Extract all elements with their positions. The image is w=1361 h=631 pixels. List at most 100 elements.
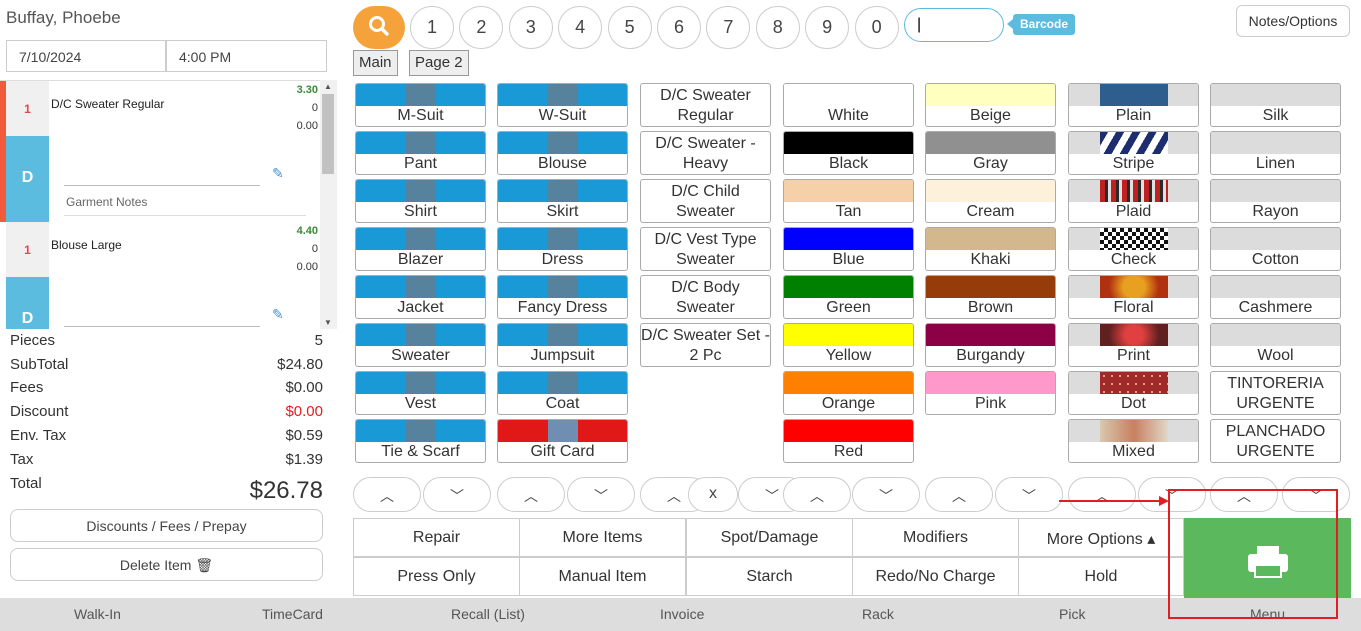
garment-row[interactable]: 1 D Blouse Large 4.40 0 0.00 ✎ — [0, 222, 320, 329]
item-jumpsuit[interactable]: Jumpsuit — [497, 323, 628, 367]
search-button[interactable] — [353, 6, 405, 49]
scroll-up-button[interactable]: ︿ — [925, 477, 993, 512]
color-tan[interactable]: Tan — [783, 179, 914, 223]
tab-main[interactable]: Main — [353, 50, 398, 76]
barcode-input[interactable] — [904, 8, 1004, 42]
color-cream[interactable]: Cream — [925, 179, 1056, 223]
scroll-down-icon[interactable]: ▼ — [324, 318, 332, 327]
pattern-dot[interactable]: Dot — [1068, 371, 1199, 415]
scroll-down-button[interactable]: ﹀ — [995, 477, 1063, 512]
item-tie-scarf[interactable]: Tie & Scarf — [355, 419, 486, 463]
time-field[interactable]: 4:00 PM — [166, 40, 327, 72]
scroll-down-button[interactable]: ﹀ — [567, 477, 635, 512]
numpad-9-button[interactable]: 9 — [805, 6, 850, 49]
pattern-mixed[interactable]: Mixed — [1068, 419, 1199, 463]
modifiers-button[interactable]: Modifiers — [852, 518, 1019, 557]
customer-name[interactable]: Buffay, Phoebe — [6, 8, 121, 28]
date-field[interactable]: 7/10/2024 — [6, 40, 166, 72]
dc-item-d-c-child-sweater[interactable]: D/C Child Sweater — [640, 179, 771, 223]
manual-item-button[interactable]: Manual Item — [519, 557, 686, 596]
nav-recall-list[interactable]: Recall (List) — [451, 606, 525, 622]
numpad-6-button[interactable]: 6 — [657, 6, 701, 49]
ticket-scrollbar[interactable]: ▲ ▼ — [320, 80, 337, 329]
numpad-4-button[interactable]: 4 — [558, 6, 603, 49]
item-shirt[interactable]: Shirt — [355, 179, 486, 223]
color-orange[interactable]: Orange — [783, 371, 914, 415]
more-options-button[interactable]: More Options ▴ — [1018, 518, 1184, 557]
pattern-check[interactable]: Check — [1068, 227, 1199, 271]
fabric-linen[interactable]: Linen — [1210, 131, 1341, 175]
repair-button[interactable]: Repair — [353, 518, 520, 557]
nav-timecard[interactable]: TimeCard — [262, 606, 323, 622]
color-gray[interactable]: Gray — [925, 131, 1056, 175]
item-vest[interactable]: Vest — [355, 371, 486, 415]
color-brown[interactable]: Brown — [925, 275, 1056, 319]
dc-item-d-c-vest-type-sweater[interactable]: D/C Vest Type Sweater — [640, 227, 771, 271]
dc-item-d-c-body-sweater[interactable]: D/C Body Sweater — [640, 275, 771, 319]
color-black[interactable]: Black — [783, 131, 914, 175]
item-w-suit[interactable]: W-Suit — [497, 83, 628, 127]
scroll-up-button[interactable]: ︿ — [497, 477, 565, 512]
fabric-rayon[interactable]: Rayon — [1210, 179, 1341, 223]
spot-damage-button[interactable]: Spot/Damage — [686, 518, 853, 557]
fabric-cotton[interactable]: Cotton — [1210, 227, 1341, 271]
edit-icon[interactable]: ✎ — [272, 165, 284, 182]
garment-row[interactable]: 1 D D/C Sweater Regular 3.30 0 0.00 ✎ Ga… — [0, 81, 320, 222]
fabric-planchado-urgente[interactable]: PLANCHADO URGENTE — [1210, 419, 1341, 463]
item-blazer[interactable]: Blazer — [355, 227, 486, 271]
scroll-down-button[interactable]: ﹀ — [423, 477, 491, 512]
color-green[interactable]: Green — [783, 275, 914, 319]
numpad-0-button[interactable]: 0 — [854, 6, 899, 49]
hold-button[interactable]: Hold — [1018, 557, 1184, 596]
numpad-2-button[interactable]: 2 — [459, 6, 504, 49]
color-beige[interactable]: Beige — [925, 83, 1056, 127]
scroll-down-button[interactable]: ﹀ — [852, 477, 920, 512]
scroll-up-button[interactable]: ︿ — [353, 477, 421, 512]
pattern-plain[interactable]: Plain — [1068, 83, 1199, 127]
nav-walk-in[interactable]: Walk-In — [74, 606, 121, 622]
item-gift-card[interactable]: Gift Card — [497, 419, 628, 463]
nav-rack[interactable]: Rack — [862, 606, 894, 622]
pattern-plaid[interactable]: Plaid — [1068, 179, 1199, 223]
more-items-button[interactable]: More Items — [519, 518, 686, 557]
item-sweater[interactable]: Sweater — [355, 323, 486, 367]
color-yellow[interactable]: Yellow — [783, 323, 914, 367]
edit-icon[interactable]: ✎ — [272, 306, 284, 323]
item-m-suit[interactable]: M-Suit — [355, 83, 486, 127]
garment-notes-label[interactable]: Garment Notes — [66, 195, 147, 209]
color-red[interactable]: Red — [783, 419, 914, 463]
clear-button[interactable]: x — [688, 477, 738, 512]
pattern-print[interactable]: Print — [1068, 323, 1199, 367]
item-coat[interactable]: Coat — [497, 371, 628, 415]
fabric-wool[interactable]: Wool — [1210, 323, 1341, 367]
numpad-5-button[interactable]: 5 — [607, 6, 652, 49]
dc-item-d-c-sweater-set-2-pc[interactable]: D/C Sweater Set - 2 Pc — [640, 323, 771, 367]
delete-item-button[interactable]: Delete Item 🗑 — [10, 548, 323, 581]
color-white[interactable]: White — [783, 83, 914, 127]
scroll-up-button[interactable]: ︿ — [783, 477, 851, 512]
tab-page-2[interactable]: Page 2 — [409, 50, 469, 76]
item-fancy-dress[interactable]: Fancy Dress — [497, 275, 628, 319]
numpad-3-button[interactable]: 3 — [508, 6, 553, 49]
item-skirt[interactable]: Skirt — [497, 179, 628, 223]
nav-invoice[interactable]: Invoice — [660, 606, 704, 622]
fabric-silk[interactable]: Silk — [1210, 83, 1341, 127]
item-dress[interactable]: Dress — [497, 227, 628, 271]
item-jacket[interactable]: Jacket — [355, 275, 486, 319]
fabric-tintoreria-urgente[interactable]: TINTORERIA URGENTE — [1210, 371, 1341, 415]
item-pant[interactable]: Pant — [355, 131, 486, 175]
color-pink[interactable]: Pink — [925, 371, 1056, 415]
redo-no-charge-button[interactable]: Redo/No Charge — [852, 557, 1019, 596]
dc-item-d-c-sweater-heavy[interactable]: D/C Sweater - Heavy — [640, 131, 771, 175]
numpad-7-button[interactable]: 7 — [706, 6, 751, 49]
color-blue[interactable]: Blue — [783, 227, 914, 271]
notes-options-button[interactable]: Notes/Options — [1236, 5, 1350, 37]
nav-pick[interactable]: Pick — [1059, 606, 1085, 622]
discounts-button[interactable]: Discounts / Fees / Prepay — [10, 509, 323, 542]
pattern-floral[interactable]: Floral — [1068, 275, 1199, 319]
scroll-thumb[interactable] — [322, 94, 334, 174]
numpad-1-button[interactable]: 1 — [410, 6, 454, 49]
pattern-stripe[interactable]: Stripe — [1068, 131, 1199, 175]
color-burgandy[interactable]: Burgandy — [925, 323, 1056, 367]
fabric-cashmere[interactable]: Cashmere — [1210, 275, 1341, 319]
